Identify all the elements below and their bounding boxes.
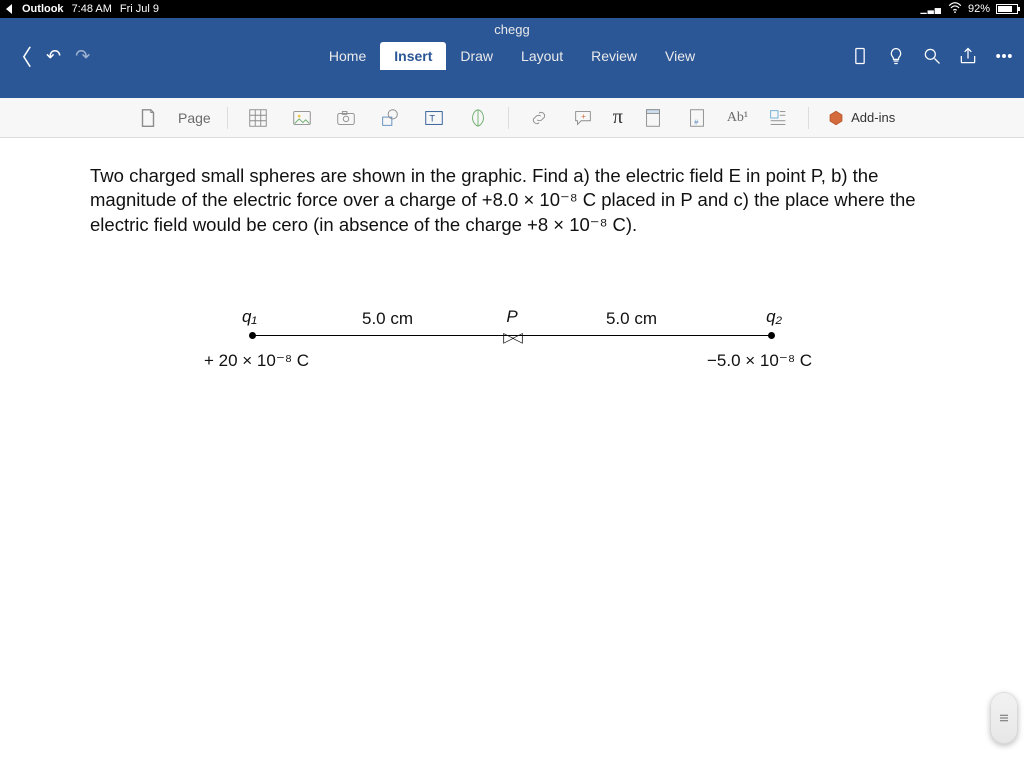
- svg-text:+: +: [581, 111, 586, 120]
- link-icon[interactable]: [525, 104, 553, 132]
- svg-text:T: T: [429, 113, 435, 123]
- page-label[interactable]: Page: [178, 110, 211, 126]
- battery-pct: 92%: [968, 3, 990, 15]
- right-charge-value: −5.0 × 10⁻⁸ C: [707, 351, 812, 371]
- app-header: chegg 〈 ↶ ↷ Home Insert Draw Layout Revi…: [0, 18, 1024, 98]
- insert-ribbon: Page T + π # Ab¹ Add-ins: [0, 98, 1024, 138]
- q2-label: q₂: [766, 307, 782, 327]
- q1-label: q₁: [242, 307, 257, 327]
- back-app-label[interactable]: Outlook: [22, 3, 64, 15]
- tab-layout[interactable]: Layout: [507, 42, 577, 70]
- wifi-icon: [948, 1, 962, 18]
- point-P-marker: ▷◁: [503, 329, 521, 346]
- icons-icon[interactable]: [464, 104, 492, 132]
- more-icon[interactable]: [994, 46, 1014, 66]
- addins-button[interactable]: Add-ins: [827, 109, 895, 127]
- document-title: chegg: [0, 18, 1024, 37]
- svg-text:#: #: [694, 117, 699, 126]
- equation-button[interactable]: π: [613, 106, 623, 129]
- point-P-label: P: [506, 307, 517, 327]
- cellular-icon: ▁▃▅: [921, 5, 942, 14]
- camera-icon[interactable]: [332, 104, 360, 132]
- undo-button[interactable]: ↶: [46, 46, 61, 67]
- left-charge-dot: [249, 332, 256, 339]
- wrap-text-icon[interactable]: [764, 104, 792, 132]
- tab-home[interactable]: Home: [315, 42, 380, 70]
- ribbon-tabs: Home Insert Draw Layout Review View: [315, 42, 709, 70]
- tab-draw[interactable]: Draw: [446, 42, 507, 70]
- lightbulb-icon[interactable]: [886, 46, 906, 66]
- charge-diagram: q₁ 5.0 cm P 5.0 cm q₂ ▷◁ + 20 × 10⁻⁸ C −…: [222, 295, 802, 375]
- status-time: 7:48 AM: [72, 3, 112, 15]
- redo-button[interactable]: ↷: [75, 46, 90, 67]
- left-distance-label: 5.0 cm: [362, 309, 413, 329]
- textbox-icon[interactable]: T: [420, 104, 448, 132]
- comment-icon[interactable]: +: [569, 104, 597, 132]
- back-triangle-icon[interactable]: [6, 4, 12, 14]
- footnote-button[interactable]: Ab¹: [727, 110, 748, 126]
- page-number-icon[interactable]: #: [683, 104, 711, 132]
- back-button[interactable]: 〈: [10, 40, 32, 72]
- floating-menu-button[interactable]: [990, 692, 1018, 744]
- battery-icon: [996, 4, 1018, 14]
- shapes-icon[interactable]: [376, 104, 404, 132]
- left-charge-value: + 20 × 10⁻⁸ C: [204, 351, 309, 371]
- right-distance-label: 5.0 cm: [606, 309, 657, 329]
- share-icon[interactable]: [958, 46, 978, 66]
- pictures-icon[interactable]: [288, 104, 316, 132]
- addins-label: Add-ins: [851, 110, 895, 125]
- tab-review[interactable]: Review: [577, 42, 651, 70]
- tab-view[interactable]: View: [651, 42, 709, 70]
- header-footer-icon[interactable]: [639, 104, 667, 132]
- document-canvas[interactable]: Two charged small spheres are shown in t…: [0, 138, 1024, 768]
- search-icon[interactable]: [922, 46, 942, 66]
- problem-text: Two charged small spheres are shown in t…: [90, 164, 934, 237]
- reading-view-icon[interactable]: [850, 46, 870, 66]
- table-icon[interactable]: [244, 104, 272, 132]
- tab-insert[interactable]: Insert: [380, 42, 446, 70]
- right-charge-dot: [768, 332, 775, 339]
- status-date: Fri Jul 9: [120, 3, 159, 15]
- blank-page-icon[interactable]: [134, 104, 162, 132]
- status-bar: Outlook 7:48 AM Fri Jul 9 ▁▃▅ 92%: [0, 0, 1024, 18]
